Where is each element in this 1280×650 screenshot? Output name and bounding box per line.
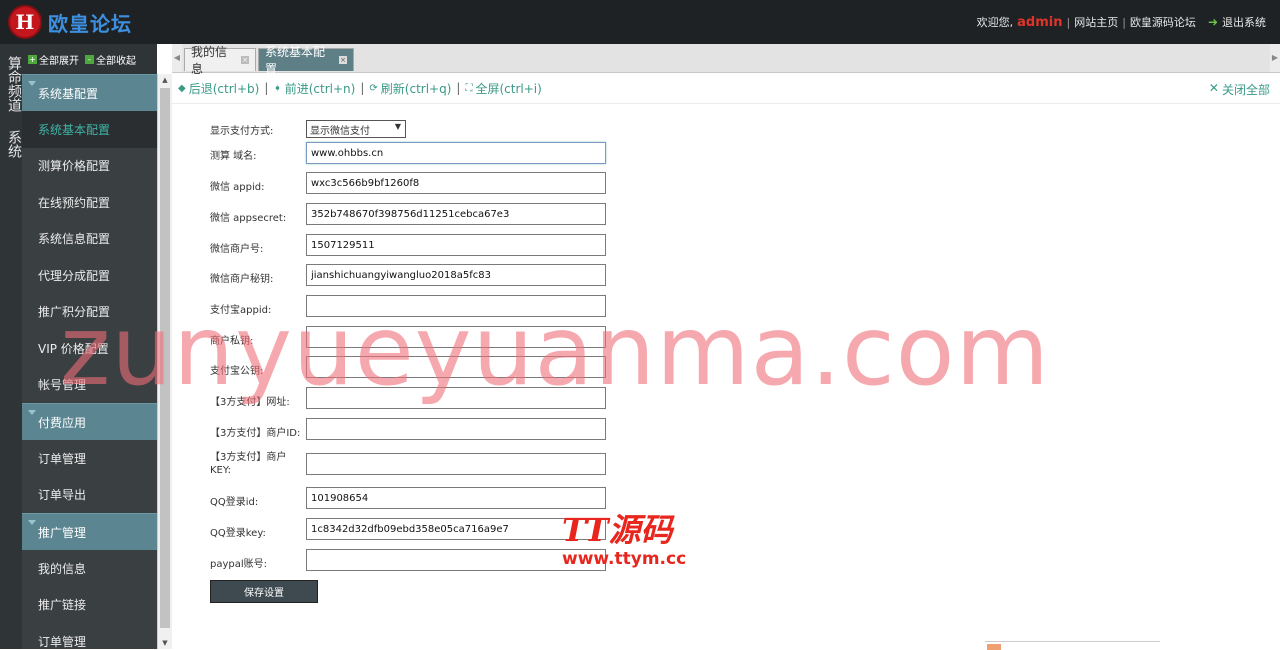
- sidebar-item-promo-link[interactable]: 推广链接: [22, 587, 157, 624]
- sidebar-section-system-config[interactable]: 系统基配置: [22, 74, 157, 111]
- pay-method-select[interactable]: 显示微信支付 ▼: [306, 120, 406, 138]
- refresh-icon: ⟳: [369, 82, 378, 94]
- fullscreen-button[interactable]: ⛶ 全屏(ctrl+i): [465, 80, 541, 97]
- tt-watermark-title: TT源码: [562, 511, 673, 549]
- logo-badge: H: [8, 5, 42, 39]
- welcome-text: 欢迎您,: [976, 16, 1014, 29]
- logout-icon: ➜: [1207, 15, 1218, 29]
- pay-method-label: 显示支付方式:: [210, 126, 274, 137]
- tab-scroll-right-icon[interactable]: ▶: [1270, 44, 1280, 72]
- user-menu: 欢迎您, admin | 网站主页 | 欧皇源码论坛 ➜ 退出系统: [976, 14, 1266, 30]
- tab-basic-config[interactable]: 系统基本配置 ×: [258, 45, 354, 76]
- collapse-all-button[interactable]: - 全部收起: [85, 52, 136, 67]
- tab-scroll-left-icon[interactable]: ◀: [172, 44, 182, 72]
- qq-login-key-input[interactable]: [306, 518, 606, 540]
- category-strip: 算命频道 系统: [0, 44, 22, 649]
- sidebar-item-price-config[interactable]: 测算价格配置: [22, 148, 157, 185]
- sidebar-item-my-info[interactable]: 我的信息: [22, 550, 157, 587]
- field-row: 微信 appsecret:: [210, 203, 610, 227]
- footer-logo-icon: [987, 644, 1001, 650]
- sidebar-section-promotion[interactable]: 推广管理: [22, 513, 157, 550]
- sidebar-section-paid-apps[interactable]: 付费应用: [22, 403, 157, 440]
- sidebar-item-basic-config[interactable]: 系统基本配置: [22, 111, 157, 148]
- forum-link[interactable]: 欧皇源码论坛: [1130, 14, 1196, 30]
- scroll-down-icon[interactable]: ▼: [158, 637, 172, 649]
- nav-toolbar: ◆ 后退(ctrl+b) | ➧ 前进(ctrl+n) | ⟳ 刷新(ctrl+q) …: [172, 73, 1280, 104]
- field-row: QQ登录id:: [210, 487, 610, 511]
- third-pay-merchant-id-input[interactable]: [306, 418, 606, 440]
- logo[interactable]: H 欧皇论坛: [8, 5, 132, 39]
- wechat-merchant-key-input[interactable]: [306, 264, 606, 286]
- tab-my-info[interactable]: 我的信息 ×: [184, 45, 256, 76]
- fullscreen-icon: ⛶: [465, 82, 473, 94]
- sidebar-item-promo-orders[interactable]: 订单管理: [22, 623, 157, 649]
- scroll-up-icon[interactable]: ▲: [158, 74, 172, 86]
- field-row: 微信商户秘钥:: [210, 264, 610, 288]
- field-row: paypal账号:: [210, 549, 610, 573]
- sidebar-item-agent-config[interactable]: 代理分成配置: [22, 257, 157, 294]
- field-row: 【3方支付】商户KEY:: [210, 450, 610, 480]
- domain-input[interactable]: [306, 142, 606, 164]
- logout-link[interactable]: 退出系统: [1222, 14, 1266, 30]
- close-icon[interactable]: ×: [339, 56, 347, 64]
- close-x-icon: ✕: [1208, 81, 1219, 95]
- username[interactable]: admin: [1017, 15, 1062, 30]
- home-link[interactable]: 网站主页: [1074, 14, 1118, 30]
- wechat-appid-input[interactable]: [306, 172, 606, 194]
- save-button[interactable]: 保存设置: [210, 580, 318, 603]
- category-divination[interactable]: 算命频道: [0, 44, 22, 114]
- back-button[interactable]: ◆ 后退(ctrl+b): [178, 80, 259, 97]
- top-bar: H 欧皇论坛 欢迎您, admin | 网站主页 | 欧皇源码论坛 ➜ 退出系统: [0, 0, 1280, 44]
- tab-bar: ◀ 我的信息 × 系统基本配置 × ▶: [172, 44, 1280, 76]
- sidebar-item-info-config[interactable]: 系统信息配置: [22, 221, 157, 258]
- minus-icon: -: [85, 54, 94, 64]
- plus-icon: +: [28, 54, 37, 64]
- sidebar-item-order-export[interactable]: 订单导出: [22, 477, 157, 514]
- arrow-right-icon: ➧: [273, 82, 282, 94]
- watermark-text: zunyueyuanma.com: [60, 295, 1051, 407]
- qq-login-id-input[interactable]: [306, 487, 606, 509]
- sidebar-item-booking-config[interactable]: 在线预约配置: [22, 184, 157, 221]
- tt-watermark-url: www.ttym.cc: [562, 549, 687, 569]
- refresh-button[interactable]: ⟳ 刷新(ctrl+q): [369, 80, 451, 97]
- paypal-account-input[interactable]: [306, 549, 606, 571]
- logo-text: 欧皇论坛: [48, 11, 132, 36]
- arrow-left-icon: ◆: [178, 82, 186, 94]
- wechat-appsecret-input[interactable]: [306, 203, 606, 225]
- expand-all-button[interactable]: + 全部展开: [28, 52, 79, 67]
- forward-button[interactable]: ➧ 前进(ctrl+n): [273, 80, 355, 97]
- field-row: 微信商户号:: [210, 234, 610, 258]
- field-row: 测算 域名:: [210, 141, 610, 165]
- field-row: 微信 appid:: [210, 172, 610, 196]
- close-all-button[interactable]: ✕ 关闭全部: [1209, 81, 1270, 98]
- close-icon[interactable]: ×: [241, 56, 249, 64]
- field-row: QQ登录key:: [210, 518, 610, 542]
- third-pay-key-input[interactable]: [306, 453, 606, 475]
- chevron-down-icon: ▼: [394, 122, 401, 131]
- category-system[interactable]: 系统: [0, 114, 22, 164]
- sidebar-toolbar: + 全部展开 - 全部收起: [22, 44, 157, 74]
- tt-watermark: TT源码 www.ttym.cc: [562, 512, 686, 570]
- field-row: 【3方支付】商户ID:: [210, 418, 610, 442]
- wechat-merchant-id-input[interactable]: [306, 234, 606, 256]
- sidebar-item-orders[interactable]: 订单管理: [22, 440, 157, 477]
- pay-method-row: 显示支付方式: 显示微信支付 ▼: [210, 118, 610, 138]
